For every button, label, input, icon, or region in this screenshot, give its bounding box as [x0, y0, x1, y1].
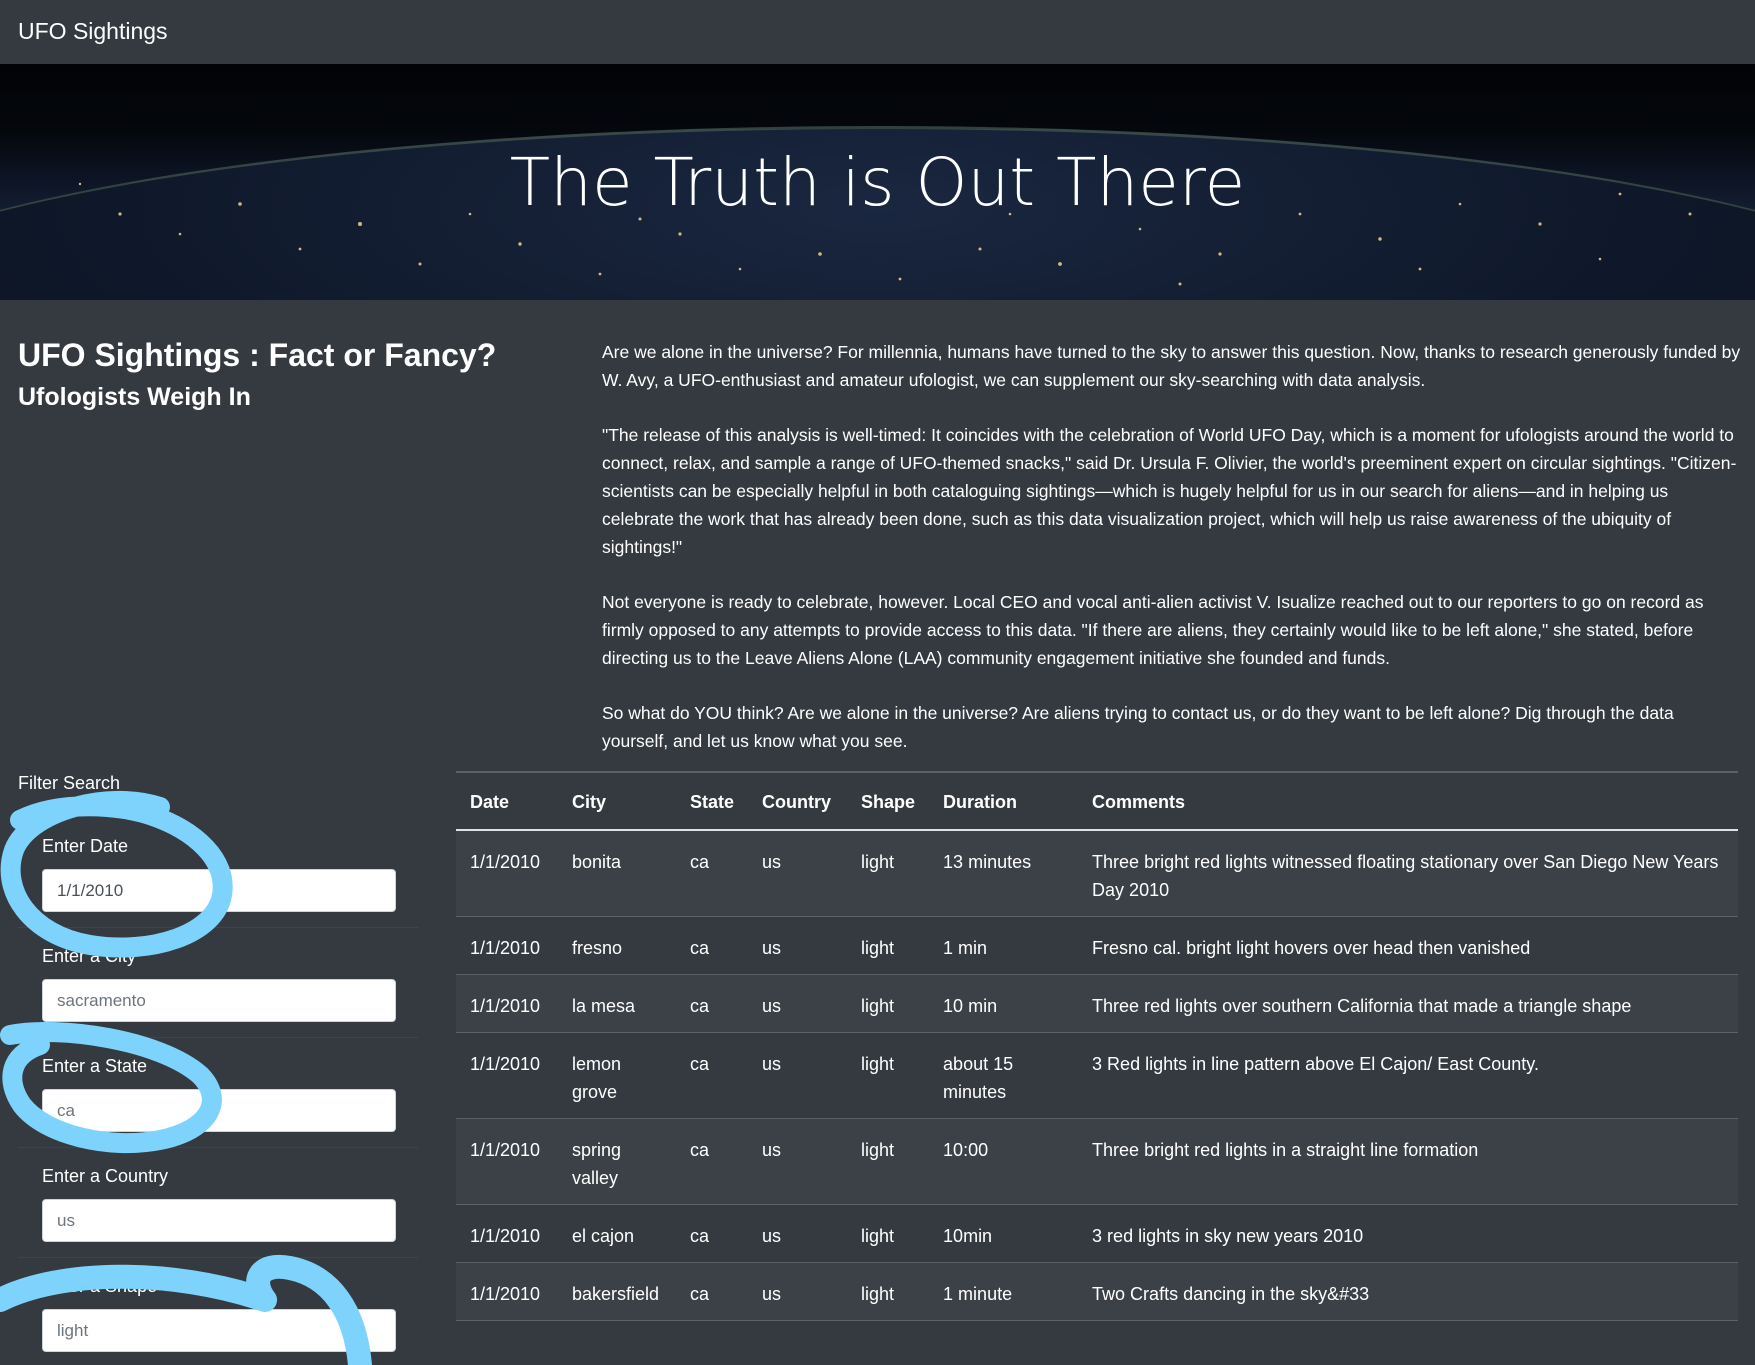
cell-comments: Fresno cal. bright light hovers over hea…	[1078, 916, 1738, 975]
cell-city: bakersfield	[558, 1262, 676, 1321]
table-header: Date City State Country Shape Duration C…	[456, 771, 1738, 831]
cell-duration: 10:00	[929, 1118, 1079, 1205]
table-row: 1/1/2010 bakersfield ca us light 1 minute Two …	[456, 1262, 1738, 1321]
shape-input[interactable]	[42, 1309, 396, 1352]
column-header-date: Date	[456, 771, 558, 831]
cell-comments: Three red lights over southern Californi…	[1078, 974, 1738, 1033]
filter-shape-label: Enter a Shape	[42, 1276, 158, 1296]
filter-state: Enter a State	[18, 1038, 418, 1148]
cell-country: us	[748, 916, 848, 975]
page-headline: UFO Sightings : Fact or Fancy?	[18, 337, 497, 373]
cell-duration: about 15 minutes	[929, 1032, 1079, 1119]
cell-duration: 1 min	[929, 916, 1079, 975]
country-input[interactable]	[42, 1199, 396, 1242]
cell-duration: 10min	[929, 1204, 1079, 1263]
cell-shape: light	[847, 916, 930, 975]
cell-state: ca	[676, 830, 749, 917]
cell-country: us	[748, 1262, 848, 1321]
cell-comments: Three bright red lights witnessed floati…	[1078, 830, 1738, 917]
cell-shape: light	[847, 1204, 930, 1263]
article-paragraph: "The release of this analysis is well-ti…	[602, 425, 1737, 557]
table-row: 1/1/2010 spring valley ca us light 10:00 Three…	[456, 1118, 1738, 1205]
cell-country: us	[748, 1118, 848, 1205]
cell-city: spring valley	[558, 1118, 676, 1205]
filter-shape: Enter a Shape	[18, 1258, 418, 1365]
article-body: Are we alone in the universe? For millen…	[602, 338, 1742, 782]
cell-country: us	[748, 974, 848, 1033]
cell-date: 1/1/2010	[456, 974, 558, 1033]
page-subheadline: Ufologists Weigh In	[18, 383, 251, 411]
cell-comments: 3 Red lights in line pattern above El Ca…	[1078, 1032, 1738, 1119]
filter-city: Enter a City	[18, 928, 418, 1038]
article-paragraph: Not everyone is ready to celebrate, howe…	[602, 592, 1704, 668]
cell-duration: 13 minutes	[929, 830, 1079, 917]
cell-city: el cajon	[558, 1204, 676, 1263]
column-header-state: State	[676, 771, 749, 831]
filter-list: Enter Date Enter a City Enter a State En…	[18, 818, 418, 1365]
cell-country: us	[748, 1204, 848, 1263]
table-row: 1/1/2010 la mesa ca us light 10 min Three red …	[456, 974, 1738, 1033]
filter-date: Enter Date	[18, 818, 418, 928]
column-header-city: City	[558, 771, 676, 831]
date-input[interactable]	[42, 869, 396, 912]
filter-country: Enter a Country	[18, 1148, 418, 1258]
hero-banner: The Truth is Out There	[0, 64, 1755, 300]
cell-state: ca	[676, 1118, 749, 1205]
cell-comments: Three bright red lights in a straight li…	[1078, 1118, 1738, 1205]
article-paragraph: So what do YOU think? Are we alone in th…	[602, 703, 1674, 751]
navbar: UFO Sightings	[0, 0, 1755, 64]
cell-shape: light	[847, 1032, 930, 1119]
article-paragraph: Are we alone in the universe? For millen…	[602, 342, 1741, 390]
cell-state: ca	[676, 916, 749, 975]
table-row: 1/1/2010 bonita ca us light 13 minutes Three b…	[456, 830, 1738, 917]
table-row: 1/1/2010 el cajon ca us light 10min 3 red ligh…	[456, 1204, 1738, 1263]
cell-country: us	[748, 830, 848, 917]
filter-search-title: Filter Search	[18, 773, 121, 793]
filter-country-label: Enter a Country	[42, 1166, 169, 1186]
cell-city: lemon grove	[558, 1032, 676, 1119]
cell-shape: light	[847, 1118, 930, 1205]
table-row: 1/1/2010 lemon grove ca us light about 15 min…	[456, 1032, 1738, 1119]
cell-date: 1/1/2010	[456, 830, 558, 917]
cell-date: 1/1/2010	[456, 916, 558, 975]
cell-state: ca	[676, 974, 749, 1033]
table-row: 1/1/2010 fresno ca us light 1 min Fresno cal. …	[456, 916, 1738, 975]
filter-state-label: Enter a State	[42, 1056, 148, 1076]
filter-city-label: Enter a City	[42, 946, 137, 966]
cell-duration: 10 min	[929, 974, 1079, 1033]
cell-comments: 3 red lights in sky new years 2010	[1078, 1204, 1738, 1263]
cell-state: ca	[676, 1032, 749, 1119]
cell-city: la mesa	[558, 974, 676, 1033]
column-header-duration: Duration	[929, 771, 1079, 831]
state-input[interactable]	[42, 1089, 396, 1132]
cell-date: 1/1/2010	[456, 1032, 558, 1119]
cell-comments: Two Crafts dancing in the sky&#33	[1078, 1262, 1738, 1321]
cell-date: 1/1/2010	[456, 1262, 558, 1321]
cell-state: ca	[676, 1204, 749, 1263]
cell-state: ca	[676, 1262, 749, 1321]
ufo-table-container: Date City State Country Shape Duration C…	[456, 771, 1738, 1321]
ufo-table: Date City State Country Shape Duration C…	[456, 771, 1738, 1321]
hero-title: The Truth is Out There	[509, 144, 1246, 221]
filter-date-label: Enter Date	[42, 836, 129, 856]
cell-duration: 1 minute	[929, 1262, 1079, 1321]
column-header-comments: Comments	[1078, 771, 1738, 831]
cell-date: 1/1/2010	[456, 1204, 558, 1263]
table-body: 1/1/2010 bonita ca us light 13 minutes Three b…	[456, 830, 1738, 1321]
cell-country: us	[748, 1032, 848, 1119]
navbar-brand[interactable]: UFO Sightings	[18, 18, 168, 45]
city-input[interactable]	[42, 979, 396, 1022]
column-header-shape: Shape	[847, 771, 930, 831]
cell-shape: light	[847, 830, 930, 917]
column-header-country: Country	[748, 771, 848, 831]
cell-city: fresno	[558, 916, 676, 975]
cell-city: bonita	[558, 830, 676, 917]
cell-shape: light	[847, 1262, 930, 1321]
cell-date: 1/1/2010	[456, 1118, 558, 1205]
cell-shape: light	[847, 974, 930, 1033]
